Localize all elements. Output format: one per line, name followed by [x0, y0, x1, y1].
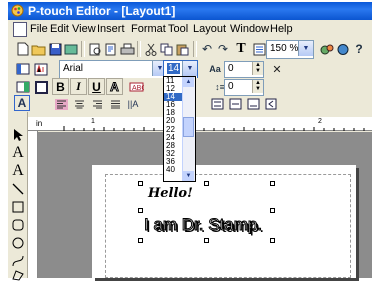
- vertical-ruler: [28, 131, 38, 278]
- database-icon[interactable]: [62, 40, 80, 58]
- menu-file[interactable]: File: [30, 23, 48, 35]
- zoom-value: 150 %: [270, 43, 299, 54]
- property-dock-icon[interactable]: [14, 60, 32, 78]
- bold-button[interactable]: B: [52, 78, 69, 95]
- selection-handle[interactable]: [270, 208, 275, 213]
- selection-handle[interactable]: [138, 238, 143, 243]
- align-left-icon[interactable]: [52, 95, 70, 113]
- chevron-down-icon[interactable]: ▼: [298, 41, 313, 56]
- char-width-icon: Aa: [209, 64, 221, 74]
- selection-handle[interactable]: [270, 181, 275, 186]
- chevron-down-icon[interactable]: ▼: [182, 61, 197, 76]
- print-icon[interactable]: [118, 40, 136, 58]
- polygon-icon[interactable]: [9, 266, 27, 284]
- frame-right-icon[interactable]: [244, 95, 262, 113]
- frame-icon[interactable]: [32, 78, 50, 96]
- scroll-up-icon[interactable]: ▲: [183, 77, 194, 87]
- vertical-text-icon[interactable]: ||A: [124, 95, 142, 113]
- rounded-rect-icon[interactable]: [9, 216, 27, 234]
- paste-icon[interactable]: [174, 40, 192, 58]
- ruler-mark: 2: [318, 118, 322, 125]
- selection-handle[interactable]: [270, 238, 275, 243]
- dropdown-scrollbar[interactable]: ▲ ▼: [182, 77, 195, 181]
- zoom-combo[interactable]: 150 % ▼: [266, 40, 314, 59]
- line-spacing-spinner[interactable]: 0 ▲ ▼: [224, 79, 264, 96]
- menu-layout[interactable]: Layout: [193, 23, 226, 35]
- underline-button[interactable]: U: [88, 78, 105, 95]
- menu-insert[interactable]: Insert: [97, 23, 125, 35]
- font-size-value: 14: [167, 63, 181, 74]
- svg-text:ABC: ABC: [132, 85, 144, 92]
- italic-button[interactable]: I: [70, 78, 87, 95]
- font-combo[interactable]: Arial ▼: [59, 60, 168, 79]
- char-width-spinner[interactable]: 0 ▲ ▼: [224, 61, 264, 78]
- label-text-stamp[interactable]: I am Dr. Stamp.: [143, 215, 262, 235]
- menu-edit[interactable]: Edit: [50, 23, 69, 35]
- rectangle-icon[interactable]: [9, 198, 27, 216]
- selection-handle[interactable]: [138, 181, 143, 186]
- window-title: P-touch Editor - [Layout1]: [28, 4, 176, 18]
- vertical-text-tool-icon[interactable]: A: [9, 162, 27, 180]
- menu-help[interactable]: Help: [270, 23, 293, 35]
- font-size-dropdown[interactable]: 11 12 14 16 18 20 22 24 28 32 36 40 ▲ ▼: [163, 76, 196, 182]
- close-icon[interactable]: ✕: [268, 60, 286, 78]
- title-bar: P-touch Editor - [Layout1]: [8, 2, 372, 20]
- align-right-icon[interactable]: [88, 95, 106, 113]
- text-mode-icon[interactable]: A: [14, 95, 30, 111]
- ptouch-app-icon: [11, 4, 24, 17]
- font-value: Arial: [63, 63, 84, 74]
- ruler-mark: 1: [91, 118, 95, 125]
- justify-icon[interactable]: [106, 95, 124, 113]
- font-size-option[interactable]: 40: [164, 165, 184, 174]
- menu-view[interactable]: View: [72, 23, 96, 35]
- menu-format[interactable]: Format: [131, 23, 166, 35]
- selection-handle[interactable]: [138, 208, 143, 213]
- spinner-arrows-icon[interactable]: ▲ ▼: [252, 62, 263, 75]
- selection-handle[interactable]: [204, 238, 209, 243]
- redo-icon[interactable]: ↷: [214, 40, 232, 58]
- outline-button[interactable]: A: [106, 78, 123, 95]
- text-icon[interactable]: A: [9, 144, 27, 162]
- char-width-value: 0: [228, 63, 234, 74]
- label-text-hello[interactable]: Hello!: [148, 186, 193, 201]
- document-icon[interactable]: [13, 22, 27, 37]
- font-style-icon[interactable]: [32, 60, 50, 78]
- collapse-icon[interactable]: [262, 95, 280, 113]
- line-icon[interactable]: [9, 180, 27, 198]
- object-dock-icon[interactable]: [14, 78, 32, 96]
- tool-palette: A A: [8, 112, 28, 281]
- horizontal-ruler: in 1 2: [28, 117, 372, 131]
- selection-handle[interactable]: [204, 181, 209, 186]
- scroll-thumb[interactable]: [183, 117, 194, 137]
- frame-center-icon[interactable]: [226, 95, 244, 113]
- ellipse-icon[interactable]: [9, 234, 27, 252]
- menu-window[interactable]: Window: [230, 23, 269, 35]
- scroll-down-icon[interactable]: ▼: [183, 171, 194, 181]
- shadow-text-icon[interactable]: ABC: [127, 78, 145, 96]
- standard-toolbar: ↶ ↷ T 150 % ▼ ?: [8, 38, 372, 60]
- text-tool-icon[interactable]: T: [232, 40, 250, 58]
- spinner-arrows-icon[interactable]: ▲ ▼: [252, 80, 263, 93]
- frame-left-icon[interactable]: [208, 95, 226, 113]
- select-arrow-icon[interactable]: [9, 126, 27, 144]
- menu-tool[interactable]: Tool: [168, 23, 188, 35]
- font-size-options: 11 12 14 16 18 20 22 24 28 32 36 40: [164, 76, 184, 174]
- menu-bar: File Edit View Insert Format Tool Layout…: [8, 20, 372, 38]
- help-icon[interactable]: ?: [350, 40, 368, 58]
- align-center-icon[interactable]: [70, 95, 88, 113]
- line-spacing-value: 0: [228, 81, 234, 92]
